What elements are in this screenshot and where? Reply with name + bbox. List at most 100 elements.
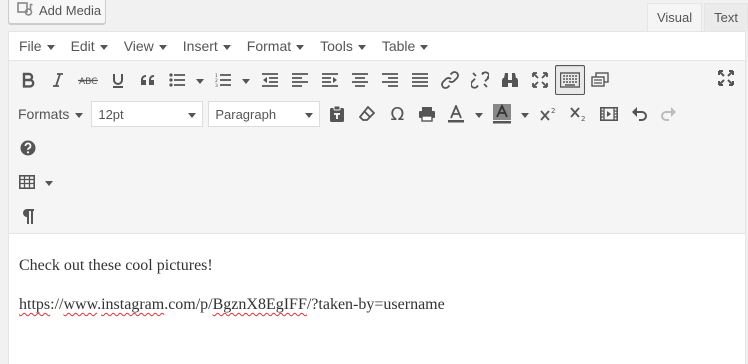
- blockquote-button[interactable]: [133, 65, 163, 95]
- align-center-button[interactable]: [345, 65, 375, 95]
- align-right-button[interactable]: [375, 65, 405, 95]
- chevron-down-icon: [420, 44, 429, 50]
- screen-options-icon: [591, 72, 609, 88]
- block-format-select[interactable]: Paragraph: [208, 101, 321, 127]
- clear-formatting-button[interactable]: [352, 99, 382, 129]
- formats-dropdown[interactable]: Formats: [13, 106, 87, 122]
- content-paragraph-1: Check out these cool pictures!: [19, 257, 213, 274]
- redo-icon: [661, 106, 677, 122]
- svg-text:2: 2: [551, 107, 555, 115]
- background-color-button[interactable]: [488, 99, 516, 129]
- bullet-list-dropdown[interactable]: [191, 65, 209, 95]
- editor-content[interactable]: Check out these cool pictures! https://w…: [9, 234, 745, 314]
- italic-button[interactable]: [43, 65, 73, 95]
- print-button[interactable]: [412, 99, 442, 129]
- url-part-domain: instagram: [101, 296, 165, 313]
- table-dropdown[interactable]: [41, 167, 57, 197]
- background-color-icon: [493, 104, 512, 124]
- fullscreen-button[interactable]: [711, 63, 741, 93]
- menu-table[interactable]: Table: [374, 38, 436, 54]
- menu-edit[interactable]: Edit: [63, 38, 116, 54]
- svg-text:ABC: ABC: [79, 77, 97, 86]
- add-media-icon: [17, 1, 33, 20]
- redo-button[interactable]: [654, 99, 684, 129]
- strikethrough-button[interactable]: ABC: [73, 65, 103, 95]
- chevron-down-icon: [296, 44, 305, 50]
- bullet-list-button[interactable]: [163, 65, 191, 95]
- video-icon: [600, 107, 619, 121]
- font-size-select[interactable]: 12pt: [91, 101, 204, 127]
- help-button[interactable]: [13, 133, 43, 163]
- menu-file-label: File: [19, 38, 42, 54]
- eraser-icon: [359, 106, 376, 122]
- show-blocks-button[interactable]: [13, 201, 43, 231]
- justify-icon: [412, 73, 428, 87]
- table-button[interactable]: [13, 167, 41, 197]
- formats-label: Formats: [18, 106, 70, 122]
- chevron-down-icon: [188, 112, 197, 118]
- paste-as-text-button[interactable]: [322, 99, 352, 129]
- indent-button[interactable]: [315, 65, 345, 95]
- omega-icon: Ω: [390, 103, 405, 125]
- menu-table-label: Table: [381, 38, 416, 54]
- fullscreen-editor-button[interactable]: [525, 65, 555, 95]
- underline-button[interactable]: [103, 65, 133, 95]
- bold-button[interactable]: [13, 65, 43, 95]
- tab-visual[interactable]: Visual: [646, 3, 703, 31]
- content-paragraph-url: https://www.instagram.com/p/BgznX8EgIFF/…: [19, 295, 735, 314]
- tab-text[interactable]: Text: [704, 3, 748, 31]
- find-replace-button[interactable]: [495, 65, 525, 95]
- toolbar-row-3: [13, 133, 43, 163]
- add-media-label: Add Media: [39, 2, 102, 18]
- align-left-button[interactable]: [285, 65, 315, 95]
- numbered-list-dropdown[interactable]: [237, 65, 255, 95]
- undo-button[interactable]: [624, 99, 654, 129]
- strikethrough-icon: ABC: [78, 74, 98, 86]
- menu-format[interactable]: Format: [239, 38, 312, 54]
- justify-button[interactable]: [405, 65, 435, 95]
- chevron-down-icon: [45, 180, 53, 186]
- expand-icon: [532, 72, 548, 88]
- superscript-button[interactable]: 2: [534, 99, 564, 129]
- italic-icon: [51, 72, 65, 88]
- text-color-dropdown[interactable]: [470, 99, 488, 129]
- toolbar-toggle-button[interactable]: [555, 65, 585, 95]
- bold-icon: [21, 72, 35, 88]
- menu-file[interactable]: File: [11, 38, 63, 54]
- remove-link-button[interactable]: [465, 65, 495, 95]
- url-part-path: .com/p/: [164, 296, 213, 313]
- chevron-down-icon: [196, 78, 204, 84]
- url-part-scheme: https: [19, 296, 51, 313]
- outdent-button[interactable]: [255, 65, 285, 95]
- subscript-button[interactable]: 2: [564, 99, 594, 129]
- chevron-down-icon: [46, 44, 55, 50]
- svg-text:2: 2: [581, 115, 585, 122]
- toolbar: ABC 123 Formats 12pt Paragraph Ω 2 2: [9, 61, 745, 234]
- clipboard-icon: [329, 105, 345, 123]
- menu-edit-label: Edit: [70, 38, 95, 54]
- distraction-free-button[interactable]: [585, 65, 615, 95]
- superscript-icon: 2: [540, 106, 558, 122]
- menu-view[interactable]: View: [116, 38, 175, 54]
- chevron-down-icon: [521, 112, 530, 118]
- special-character-button[interactable]: Ω: [382, 99, 412, 129]
- unlink-icon: [471, 71, 489, 89]
- menu-tools[interactable]: Tools: [312, 38, 374, 54]
- menu-insert[interactable]: Insert: [175, 38, 239, 54]
- insert-link-button[interactable]: [435, 65, 465, 95]
- outdent-icon: [262, 73, 278, 87]
- menu-tools-label: Tools: [320, 38, 353, 54]
- keyboard-icon: [560, 72, 580, 88]
- editor: File Edit View Insert Format Tools Table…: [8, 31, 746, 364]
- quote-icon: [140, 73, 156, 87]
- menu-view-label: View: [123, 38, 154, 54]
- insert-media-button[interactable]: [594, 99, 624, 129]
- add-media-button[interactable]: Add Media: [8, 0, 106, 24]
- numbered-list-button[interactable]: 123: [209, 65, 237, 95]
- subscript-icon: 2: [570, 106, 588, 122]
- text-color-button[interactable]: [442, 99, 470, 129]
- printer-icon: [418, 106, 436, 122]
- background-color-dropdown[interactable]: [516, 99, 534, 129]
- toolbar-row-2: Formats 12pt Paragraph Ω 2 2: [13, 99, 684, 129]
- align-center-icon: [352, 73, 368, 87]
